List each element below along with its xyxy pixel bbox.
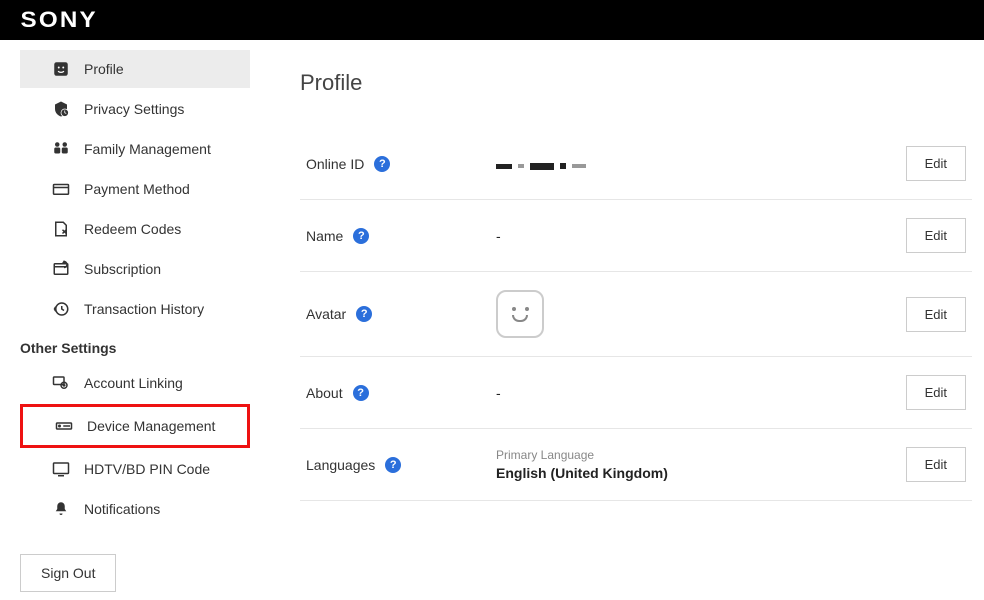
card-icon [50, 180, 72, 198]
label-name: Name [306, 228, 343, 244]
value-online-id [496, 156, 906, 172]
value-languages: Primary Language English (United Kingdom… [496, 448, 906, 481]
primary-language-value: English (United Kingdom) [496, 465, 906, 481]
row-avatar: Avatar ? Edit [300, 272, 972, 357]
row-languages: Languages ? Primary Language English (Un… [300, 429, 972, 501]
sidebar-item-transactions[interactable]: Transaction History [20, 290, 250, 328]
sidebar-item-label: Profile [84, 61, 124, 77]
sidebar-item-label: Device Management [87, 418, 215, 434]
help-icon[interactable]: ? [374, 156, 390, 172]
shield-icon [50, 100, 72, 118]
sidebar-item-device-management[interactable]: Device Management [20, 404, 250, 448]
primary-language-label: Primary Language [496, 448, 906, 462]
sidebar-item-label: Redeem Codes [84, 221, 181, 237]
help-icon[interactable]: ? [385, 457, 401, 473]
sidebar-item-profile[interactable]: Profile [20, 50, 250, 88]
sidebar-item-label: Payment Method [84, 181, 190, 197]
label-about: About [306, 385, 343, 401]
sign-out-button[interactable]: Sign Out [20, 554, 116, 592]
sidebar-item-label: Transaction History [84, 301, 204, 317]
help-icon[interactable]: ? [353, 228, 369, 244]
redeem-icon [50, 220, 72, 238]
label-avatar: Avatar [306, 306, 346, 322]
edit-button-name[interactable]: Edit [906, 218, 966, 253]
sidebar-section-other: Other Settings [0, 330, 250, 362]
help-icon[interactable]: ? [353, 385, 369, 401]
history-icon [50, 300, 72, 318]
sidebar-item-payment[interactable]: Payment Method [20, 170, 250, 208]
label-online-id: Online ID [306, 156, 364, 172]
sidebar-item-privacy[interactable]: Privacy Settings [20, 90, 250, 128]
redacted-text [496, 163, 586, 170]
sidebar-item-label: Privacy Settings [84, 101, 184, 117]
sidebar-item-label: Subscription [84, 261, 161, 277]
sidebar-item-notifications[interactable]: Notifications [20, 490, 250, 528]
sidebar-item-redeem[interactable]: Redeem Codes [20, 210, 250, 248]
device-icon [53, 417, 75, 435]
sidebar-item-label: HDTV/BD PIN Code [84, 461, 210, 477]
help-icon[interactable]: ? [356, 306, 372, 322]
value-avatar [496, 290, 906, 338]
sony-logo: SONY [20, 7, 97, 33]
sidebar-item-account-linking[interactable]: Account Linking [20, 364, 250, 402]
sidebar-item-subscription[interactable]: Subscription [20, 250, 250, 288]
link-icon [50, 374, 72, 392]
sidebar: Profile Privacy Settings Family Manageme… [0, 40, 250, 600]
tv-icon [50, 460, 72, 478]
avatar-image [496, 290, 544, 338]
main-content: Profile Online ID ? Edit Name ? [250, 40, 984, 600]
row-about: About ? - Edit [300, 357, 972, 429]
sidebar-item-label: Account Linking [84, 375, 183, 391]
label-languages: Languages [306, 457, 375, 473]
edit-button-online-id[interactable]: Edit [906, 146, 966, 181]
bell-icon [50, 500, 72, 518]
sidebar-item-hdtv-pin[interactable]: HDTV/BD PIN Code [20, 450, 250, 488]
row-name: Name ? - Edit [300, 200, 972, 272]
top-header: SONY [0, 0, 984, 40]
value-about: - [496, 385, 906, 401]
profile-icon [50, 60, 72, 78]
value-name: - [496, 228, 906, 244]
subscription-icon [50, 260, 72, 278]
edit-button-avatar[interactable]: Edit [906, 297, 966, 332]
sidebar-item-label: Family Management [84, 141, 211, 157]
row-online-id: Online ID ? Edit [300, 128, 972, 200]
sidebar-item-family[interactable]: Family Management [20, 130, 250, 168]
page-title: Profile [300, 70, 972, 96]
family-icon [50, 140, 72, 158]
edit-button-about[interactable]: Edit [906, 375, 966, 410]
sidebar-item-label: Notifications [84, 501, 160, 517]
edit-button-languages[interactable]: Edit [906, 447, 966, 482]
